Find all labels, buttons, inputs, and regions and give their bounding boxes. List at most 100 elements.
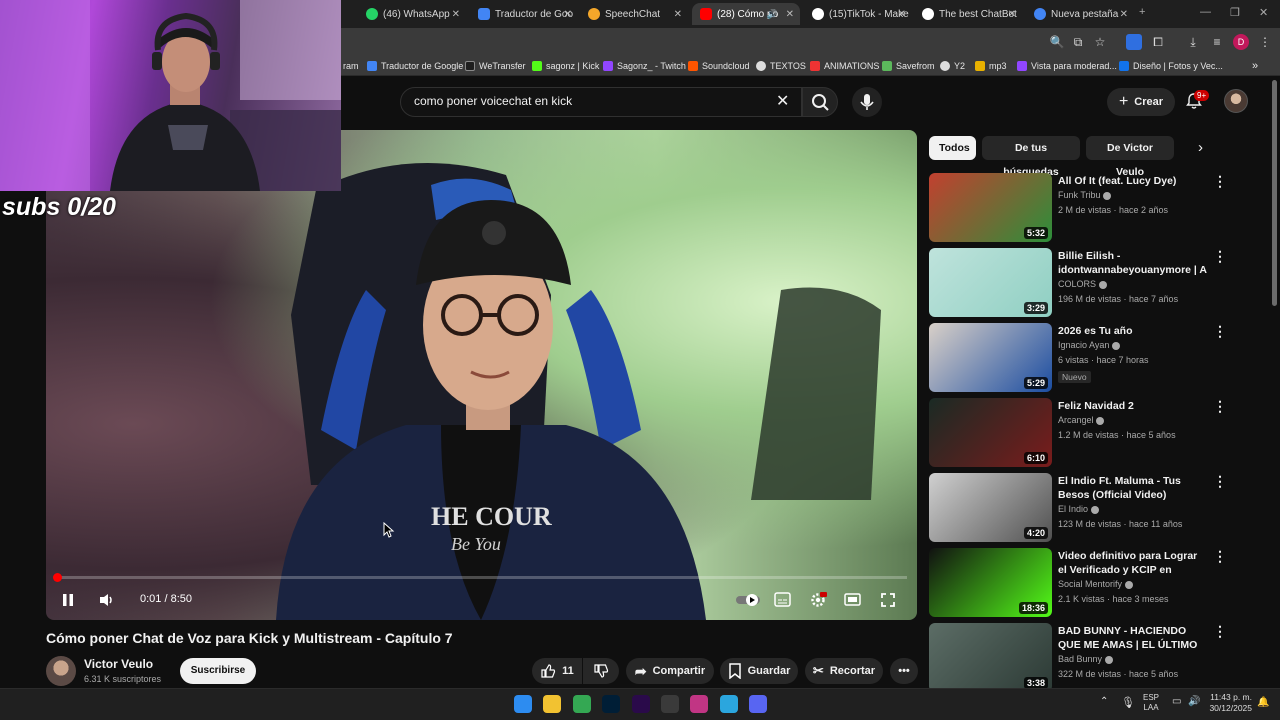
tab-youtube-active[interactable]: (28) Cómo po 🔊 ✕ <box>692 3 800 25</box>
settings-button[interactable] <box>809 591 827 612</box>
system-clock[interactable]: 11:43 p. m. 30/12/2025 <box>1206 692 1252 714</box>
bookmark-star-icon[interactable]: ☆ <box>1092 34 1108 50</box>
close-icon[interactable]: ✕ <box>1008 9 1016 20</box>
more-bookmarks-icon[interactable]: » <box>1252 59 1258 73</box>
more-actions-button[interactable]: ••• <box>890 658 918 684</box>
bookmark-soundcloud[interactable]: Soundcloud <box>688 59 750 73</box>
video-player[interactable]: HE COUR Be You <box>46 130 917 620</box>
tab-whatsapp[interactable]: (46) WhatsApp ✕ <box>358 3 466 25</box>
recommended-video[interactable]: 5:32 All Of It (feat. Lucy Dye) Funk Tribu… <box>929 173 1269 243</box>
video-thumbnail[interactable]: 4:20 <box>929 473 1052 542</box>
photoshop-icon[interactable] <box>602 695 620 713</box>
like-button[interactable]: 11 <box>532 658 582 684</box>
bookmark-instagram[interactable]: ram <box>343 59 359 73</box>
browser-menu-icon[interactable]: ⋮ <box>1257 34 1273 50</box>
speaker-icon[interactable]: 🔊 <box>767 9 778 20</box>
fullscreen-button[interactable] <box>880 592 896 611</box>
bookmark-freepik[interactable]: Diseño | Fotos y Vec... <box>1119 59 1223 73</box>
network-icon[interactable]: ▭ <box>1172 696 1181 707</box>
video-thumbnail[interactable]: 3:38 <box>929 623 1052 692</box>
channel-name[interactable]: El Indio <box>1058 504 1099 514</box>
more-options-icon[interactable]: ⋮ <box>1213 473 1227 490</box>
video-title[interactable]: 2026 es Tu año <box>1058 324 1208 338</box>
channel-name[interactable]: COLORS <box>1058 279 1107 289</box>
close-icon[interactable]: ✕ <box>898 9 906 20</box>
create-button[interactable]: + Crear <box>1107 88 1175 116</box>
zoom-icon[interactable]: 🔍 <box>1049 34 1065 50</box>
bookmark-y2[interactable]: Y2 <box>940 59 965 73</box>
video-thumbnail[interactable]: 5:29 <box>929 323 1052 392</box>
recommended-video[interactable]: 4:20 El Indio Ft. Maluma - Tus Besos (Off… <box>929 473 1269 543</box>
video-title[interactable]: All Of It (feat. Lucy Dye) <box>1058 174 1208 188</box>
save-button[interactable]: Guardar <box>720 658 798 684</box>
chrome-icon[interactable] <box>573 695 591 713</box>
share-button[interactable]: ➦ Compartir <box>626 658 714 684</box>
video-title[interactable]: Video definitivo para Lograr el Verifica… <box>1058 549 1208 577</box>
extensions-icon[interactable]: ⧠ <box>1150 34 1166 50</box>
channel-avatar[interactable] <box>46 656 76 686</box>
recommended-video[interactable]: 5:29 2026 es Tu año Ignacio Ayan 6 vistas … <box>929 323 1269 393</box>
recommended-video[interactable]: 18:36 Video definitivo para Lograr el Ver… <box>929 548 1269 618</box>
tab-speechchat[interactable]: SpeechChat ✕ <box>580 3 688 25</box>
clip-button[interactable]: ✂ Recortar <box>805 658 883 684</box>
windows-start-icon[interactable] <box>514 695 532 713</box>
video-thumbnail[interactable]: 5:32 <box>929 173 1052 242</box>
tab-chatbot[interactable]: The best ChatBot ✕ <box>914 3 1022 25</box>
volume-tray-icon[interactable]: 🔊 <box>1188 696 1200 707</box>
more-options-icon[interactable]: ⋮ <box>1213 323 1227 340</box>
channel-name[interactable]: Victor Veulo <box>84 657 153 671</box>
notes-icon[interactable] <box>720 695 738 713</box>
video-title[interactable]: Feliz Navidad 2 <box>1058 399 1208 413</box>
close-icon[interactable]: ✕ <box>1120 9 1128 20</box>
minimize-icon[interactable]: — <box>1200 6 1211 18</box>
recommended-video[interactable]: 3:38 BAD BUNNY - HACIENDO QUE ME AMAS | E… <box>929 623 1269 693</box>
channel-name[interactable]: Social Mentorify <box>1058 579 1133 589</box>
bookmark-animations[interactable]: ANIMATIONS <box>810 59 879 73</box>
video-title[interactable]: Billie Eilish - idontwannabeyouanymore |… <box>1058 249 1208 277</box>
new-tab-button[interactable]: + <box>1139 6 1145 18</box>
channel-name[interactable]: Arcangel <box>1058 415 1105 425</box>
dislike-button[interactable] <box>583 658 619 684</box>
more-options-icon[interactable]: ⋮ <box>1213 623 1227 640</box>
more-options-icon[interactable]: ⋮ <box>1213 248 1227 265</box>
recommended-video[interactable]: 6:10 Feliz Navidad 2 Arcangel 1.2 M de vis… <box>929 398 1269 468</box>
volume-button[interactable] <box>98 592 116 611</box>
bookmark-translate[interactable]: Traductor de Google <box>367 59 463 73</box>
search-button[interactable] <box>802 87 838 117</box>
video-title[interactable]: BAD BUNNY - HACIENDO QUE ME AMAS | EL ÚL… <box>1058 624 1208 652</box>
account-avatar[interactable] <box>1224 89 1248 113</box>
profile-avatar[interactable]: D <box>1233 34 1249 50</box>
clear-search-icon[interactable]: ✕ <box>776 91 789 111</box>
tab-tiktok[interactable]: (15)TikTok - Make ✕ <box>804 3 912 25</box>
more-options-icon[interactable]: ⋮ <box>1213 173 1227 190</box>
window-close-icon[interactable]: ✕ <box>1259 6 1268 19</box>
tab-translate[interactable]: Traductor de Goo ✕ <box>470 3 578 25</box>
theater-mode-button[interactable] <box>844 592 861 610</box>
close-icon[interactable]: ✕ <box>786 9 794 20</box>
channel-name[interactable]: Ignacio Ayan <box>1058 340 1120 350</box>
discord-icon[interactable] <box>749 695 767 713</box>
close-icon[interactable]: ✕ <box>564 9 572 20</box>
cast-icon[interactable]: ⧉ <box>1070 34 1086 50</box>
instagram-icon[interactable] <box>690 695 708 713</box>
progress-bar[interactable] <box>56 576 907 579</box>
video-title[interactable]: El Indio Ft. Maluma - Tus Besos (Officia… <box>1058 474 1208 502</box>
chip-from-channel[interactable]: De Victor Veulo <box>1086 136 1174 178</box>
chevron-right-icon[interactable]: › <box>1198 139 1203 156</box>
progress-scrubber[interactable] <box>53 573 62 582</box>
recommended-video[interactable]: 3:29 Billie Eilish - idontwannabeyouanymo… <box>929 248 1269 318</box>
microphone-tray-icon[interactable]: 🎙 <box>1121 696 1135 709</box>
subtitles-button[interactable] <box>774 592 791 610</box>
bookmark-savefrom[interactable]: Savefrom <box>882 59 935 73</box>
voice-search-button[interactable] <box>852 87 882 117</box>
chip-from-searches[interactable]: De tus búsquedas <box>982 136 1080 178</box>
media-controls-icon[interactable]: ≡ <box>1209 34 1225 50</box>
notification-center-icon[interactable]: 🔔 <box>1257 697 1269 708</box>
bookmark-kick[interactable]: sagonz | Kick <box>532 59 599 73</box>
pause-button[interactable] <box>60 592 76 611</box>
channel-name[interactable]: Funk Tribu <box>1058 190 1112 200</box>
bookmark-mp3[interactable]: mp3 <box>975 59 1007 73</box>
premiere-icon[interactable] <box>632 695 650 713</box>
close-icon[interactable]: ✕ <box>452 9 460 20</box>
language-indicator[interactable]: ESP LAA <box>1143 693 1159 713</box>
